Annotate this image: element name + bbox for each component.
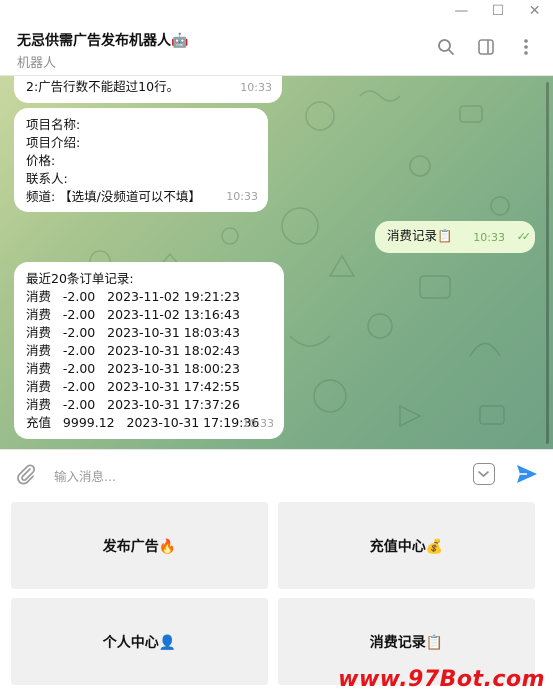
- message-bubble-incoming: 最近20条订单记录: 消费 -2.00 2023-11-02 19:21:23 …: [14, 262, 284, 439]
- close-button[interactable]: ✕: [520, 3, 550, 19]
- message-input[interactable]: 输入消息...: [54, 466, 116, 485]
- message-line: 项目名称:: [26, 117, 81, 132]
- site-watermark: www.97Bot.com: [338, 667, 545, 692]
- message-line: 项目介绍:: [26, 135, 81, 150]
- order-record-row: 消费 -2.00 2023-11-02 13:16:43: [26, 307, 240, 322]
- bot-reply-keyboard: 发布广告🔥 充值中心💰 个人中心👤 消费记录📋 www.97Bot.com: [0, 495, 553, 694]
- read-checkmarks-icon: ✓✓: [516, 230, 532, 243]
- message-line: 频道: 【选填/没频道可以不填】: [26, 189, 201, 204]
- send-icon[interactable]: [515, 462, 539, 486]
- maximize-button[interactable]: ☐: [483, 3, 513, 19]
- publish-ad-button[interactable]: 发布广告🔥: [11, 502, 268, 589]
- order-record-row: 消费 -2.00 2023-11-02 19:21:23: [26, 289, 240, 304]
- message-composer: 输入消息...: [0, 449, 553, 495]
- message-time: 10:33: [242, 417, 274, 430]
- message-line: 联系人:: [26, 171, 68, 186]
- sidebar-toggle-icon[interactable]: [475, 36, 497, 58]
- personal-center-button[interactable]: 个人中心👤: [11, 598, 268, 685]
- order-record-row: 消费 -2.00 2023-10-31 18:03:43: [26, 325, 240, 340]
- message-line: 价格:: [26, 153, 56, 168]
- message-text: 2:广告行数不能超过10行。: [26, 79, 180, 94]
- chat-title[interactable]: 无忌供需广告发布机器人🤖: [17, 30, 188, 50]
- chat-subtitle: 机器人: [17, 56, 57, 71]
- recharge-center-button[interactable]: 充值中心💰: [278, 502, 535, 589]
- message-list[interactable]: 2:广告行数不能超过10行。 10:33 项目名称: 项目介绍: 价格: 联系人…: [0, 76, 553, 449]
- header-actions: [435, 36, 537, 58]
- message-bubble-incoming: 2:广告行数不能超过10行。 10:33: [14, 76, 282, 103]
- order-record-row: 消费 -2.00 2023-10-31 17:37:26: [26, 397, 240, 412]
- search-icon[interactable]: [435, 36, 457, 58]
- message-bubble-outgoing: 消费记录📋 10:33 ✓✓: [375, 221, 535, 253]
- message-line: 最近20条订单记录:: [26, 271, 134, 286]
- more-vert-icon[interactable]: [515, 36, 537, 58]
- order-record-row: 消费 -2.00 2023-10-31 18:00:23: [26, 361, 240, 376]
- message-time: 10:33: [226, 190, 258, 203]
- message-text: 消费记录📋: [387, 228, 453, 243]
- window-controls: — ☐ ✕: [443, 0, 553, 22]
- order-record-row: 消费 -2.00 2023-10-31 18:02:43: [26, 343, 240, 358]
- bot-keyboard-toggle-icon[interactable]: [473, 463, 495, 485]
- message-bubble-incoming: 项目名称: 项目介绍: 价格: 联系人: 频道: 【选填/没频道可以不填】 10…: [14, 108, 268, 212]
- order-record-row: 充值 9999.12 2023-10-31 17:19:36: [26, 415, 260, 430]
- message-time: 10:33: [473, 231, 505, 244]
- minimize-button[interactable]: —: [446, 3, 476, 19]
- chat-header: 无忌供需广告发布机器人🤖 机器人: [0, 22, 553, 76]
- chat-scrollbar[interactable]: [546, 82, 549, 444]
- order-record-row: 消费 -2.00 2023-10-31 17:42:55: [26, 379, 240, 394]
- message-time: 10:33: [240, 81, 272, 94]
- attach-icon[interactable]: [14, 462, 38, 486]
